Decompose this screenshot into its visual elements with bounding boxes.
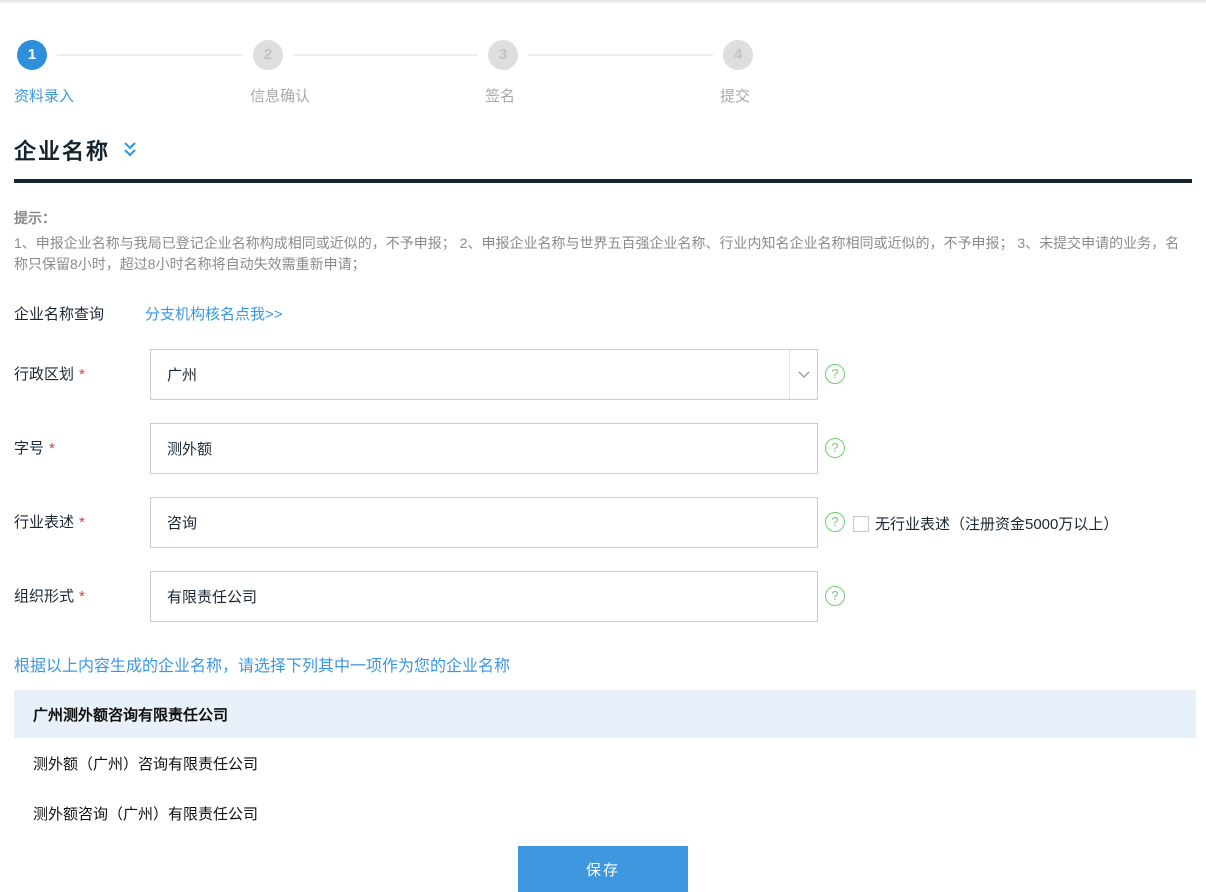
- help-icon[interactable]: ?: [825, 586, 845, 606]
- step-label: 信息确认: [250, 85, 310, 106]
- help-icon[interactable]: ?: [825, 438, 845, 458]
- help-icon[interactable]: ?: [825, 512, 845, 532]
- field-label: 字号*: [14, 423, 150, 458]
- section-title-row: 企业名称: [14, 134, 1192, 166]
- step-item-submit: 4 提交: [723, 40, 753, 106]
- page-title: 企业名称: [14, 134, 110, 166]
- step-item-data-entry: 1 资料录入: [17, 40, 74, 106]
- required-asterisk: *: [79, 588, 85, 605]
- industry-input[interactable]: [151, 498, 817, 547]
- org-form-input[interactable]: [151, 572, 817, 621]
- chevron-down-icon[interactable]: [789, 350, 817, 399]
- form-row-industry: 行业表述* ? 无行业表述（注册资金5000万以上）: [14, 497, 1206, 548]
- step-connector: [528, 54, 713, 56]
- trade-name-field-wrap: [150, 423, 818, 474]
- step-number-badge: 3: [488, 40, 518, 70]
- step-label: 提交: [720, 85, 753, 106]
- tips-heading: 提示：: [14, 208, 1192, 229]
- required-asterisk: *: [79, 514, 85, 531]
- form-row-org-form: 组织形式* ?: [14, 571, 1206, 622]
- required-asterisk: *: [49, 440, 55, 457]
- step-label: 签名: [485, 85, 518, 106]
- no-industry-checkbox-label[interactable]: 无行业表述（注册资金5000万以上）: [875, 513, 1118, 534]
- selected-value: 广州: [151, 364, 197, 385]
- field-label: 组织形式*: [14, 571, 150, 606]
- double-chevron-down-icon[interactable]: [122, 141, 138, 163]
- field-label: 行业表述*: [14, 497, 150, 532]
- form-row-trade-name: 字号* ?: [14, 423, 1206, 474]
- step-wizard: 1 资料录入 2 信息确认 3 签名 4 提交: [0, 40, 1206, 104]
- admin-division-select[interactable]: 广州: [150, 349, 818, 400]
- no-industry-checkbox[interactable]: [853, 516, 869, 532]
- company-name-option[interactable]: 测外额咨询（广州）有限责任公司: [14, 788, 1196, 838]
- step-number-badge: 1: [17, 40, 47, 70]
- name-query-label: 企业名称查询: [14, 303, 104, 324]
- step-item-signature: 3 签名: [488, 40, 518, 106]
- name-query-row: 企业名称查询 分支机构核名点我>>: [14, 303, 1192, 324]
- step-item-info-confirm: 2 信息确认: [253, 40, 310, 106]
- step-number-badge: 4: [723, 40, 753, 70]
- company-name-option-selected[interactable]: 广州测外额咨询有限责任公司: [14, 690, 1196, 738]
- step-label: 资料录入: [14, 85, 74, 106]
- save-button[interactable]: 保存: [518, 846, 688, 892]
- required-asterisk: *: [79, 366, 85, 383]
- generated-name-options: 广州测外额咨询有限责任公司 测外额（广州）咨询有限责任公司 测外额咨询（广州）有…: [0, 690, 1206, 838]
- top-shadow-divider: [0, 0, 1206, 4]
- trade-name-input[interactable]: [151, 424, 817, 473]
- tips-section: 提示： 1、申报企业名称与我局已登记企业名称构成相同或近似的，不予申报； 2、申…: [14, 208, 1192, 275]
- industry-field-wrap: [150, 497, 818, 548]
- step-number-badge: 2: [253, 40, 283, 70]
- step-connector: [57, 54, 243, 56]
- title-divider: [14, 179, 1192, 183]
- form-row-admin-division: 行政区划* 广州 ?: [14, 349, 1206, 400]
- field-label: 行政区划*: [14, 349, 150, 384]
- no-industry-checkbox-group: 无行业表述（注册资金5000万以上）: [853, 513, 1118, 534]
- branch-name-check-link[interactable]: 分支机构核名点我>>: [145, 303, 283, 324]
- company-name-option[interactable]: 测外额（广州）咨询有限责任公司: [14, 738, 1196, 788]
- org-form-field-wrap: [150, 571, 818, 622]
- tips-body: 1、申报企业名称与我局已登记企业名称构成相同或近似的，不予申报； 2、申报企业名…: [14, 233, 1192, 275]
- help-icon[interactable]: ?: [825, 364, 845, 384]
- step-connector: [293, 54, 478, 56]
- generated-names-instruction: 根据以上内容生成的企业名称，请选择下列其中一项作为您的企业名称: [14, 652, 1192, 676]
